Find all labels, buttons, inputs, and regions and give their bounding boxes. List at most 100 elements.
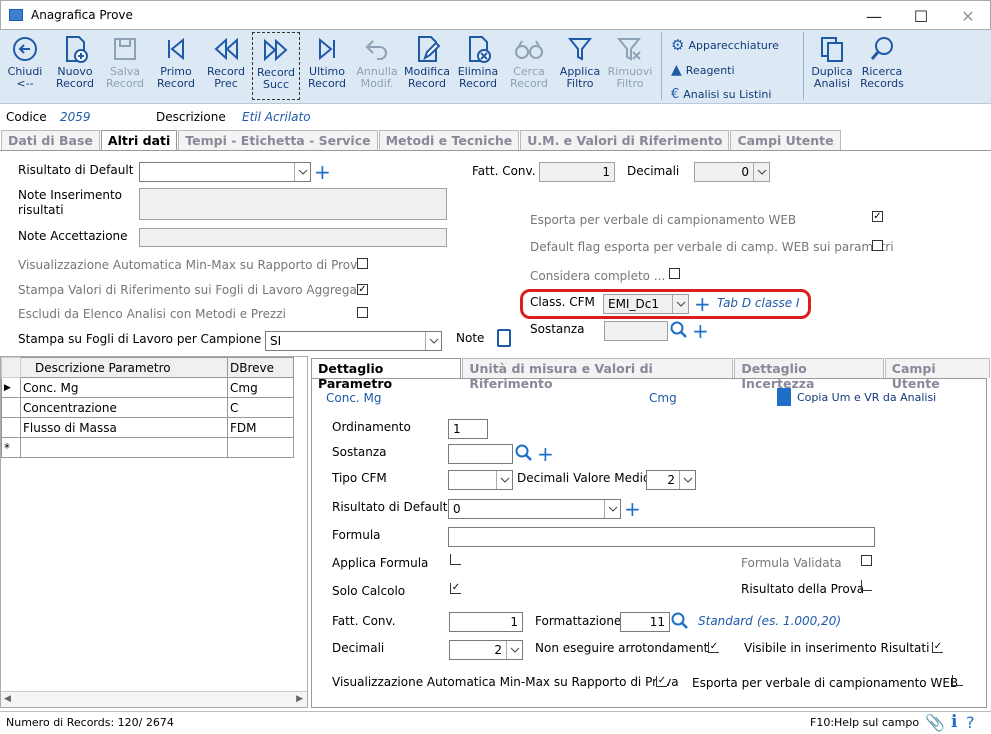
table-row[interactable]: Concentrazione C <box>1 397 294 418</box>
cell-descrizione[interactable] <box>20 437 228 458</box>
edit-record-button[interactable]: Modifica Record <box>403 32 451 100</box>
add-icon[interactable]: + <box>314 162 331 182</box>
applica-formula-checkbox[interactable] <box>450 554 461 565</box>
cell-descrizione[interactable]: Conc. Mg <box>20 377 228 398</box>
solo-calcolo-checkbox[interactable]: ✓ <box>450 583 461 594</box>
search-icon[interactable] <box>515 444 533 465</box>
sostanza-field[interactable] <box>604 321 668 341</box>
table-row[interactable]: Flusso di Massa FDM <box>1 417 294 438</box>
horizontal-scrollbar[interactable]: ◀ ▶ <box>1 691 307 707</box>
sostanza-detail-field[interactable] <box>448 444 513 464</box>
save-record-button[interactable]: Salva Record <box>101 32 149 100</box>
ordinamento-field[interactable]: 1 <box>448 419 488 439</box>
row-selector[interactable]: ▶ <box>1 377 21 398</box>
undo-button[interactable]: Annulla Modif. <box>353 32 401 100</box>
decimali-medio-select[interactable]: 2 <box>646 470 696 490</box>
next-record-button[interactable]: Record Succ <box>252 32 300 100</box>
new-record-button[interactable]: Nuovo Record <box>51 32 99 100</box>
cell-dbreve[interactable]: C <box>227 397 294 418</box>
risultato-prova-checkbox[interactable] <box>861 580 872 591</box>
fatt-conv-detail-field[interactable]: 1 <box>449 612 523 632</box>
row-selector[interactable] <box>1 397 21 418</box>
fatt-conv-field[interactable]: 1 <box>539 162 615 182</box>
apply-filter-button[interactable]: Applica Filtro <box>556 32 604 100</box>
reagents-link[interactable]: ▲ Reagenti <box>671 62 735 78</box>
help-icon[interactable]: ? <box>966 713 975 732</box>
table-row[interactable]: ▶ Conc. Mg Cmg <box>1 377 294 398</box>
formattazione-field[interactable]: 11 <box>620 612 670 632</box>
copy-icon[interactable] <box>777 388 791 406</box>
search-record-button[interactable]: Cerca Record <box>505 32 553 100</box>
minimize-button[interactable]: — <box>851 1 897 31</box>
decimali-select[interactable]: 0 <box>694 162 770 182</box>
cell-dbreve[interactable] <box>227 437 294 458</box>
window-title: Anagrafica Prove <box>31 8 133 22</box>
paperclip-icon[interactable]: 📎 <box>925 713 945 732</box>
tab-dati-di-base[interactable]: Dati di Base <box>1 130 100 150</box>
formula-field[interactable] <box>448 527 875 547</box>
tab-altri-dati[interactable]: Altri dati <box>100 130 178 150</box>
info-icon[interactable]: i <box>951 712 957 732</box>
non-arrotondamenti-checkbox[interactable]: ✓ <box>708 642 719 653</box>
prev-record-button[interactable]: Record Prec <box>202 32 250 100</box>
tipo-cfm-select[interactable] <box>448 470 513 490</box>
add-icon[interactable]: + <box>692 321 709 341</box>
vis-auto-checkbox[interactable] <box>357 258 368 269</box>
esporta-detail-checkbox[interactable] <box>952 675 963 686</box>
cell-dbreve[interactable]: FDM <box>227 417 294 438</box>
copy-um-vr-link[interactable]: Copia Um e VR da Analisi <box>797 391 936 404</box>
cell-descrizione[interactable]: Concentrazione <box>20 397 228 418</box>
scroll-right-icon[interactable]: ▶ <box>296 694 303 704</box>
vis-auto-detail-checkbox[interactable]: ✓ <box>656 676 667 687</box>
close-back-button[interactable]: Chiudi <-- <box>2 32 48 100</box>
stampa-valori-checkbox[interactable]: ✓ <box>357 284 368 295</box>
note-inserimento-field[interactable] <box>139 188 447 220</box>
cell-descrizione[interactable]: Flusso di Massa <box>20 417 228 438</box>
duplicate-analysis-button[interactable]: Duplica Analisi <box>808 32 856 100</box>
delete-record-button[interactable]: Elimina Record <box>454 32 502 100</box>
add-icon[interactable]: + <box>624 499 641 519</box>
risultato-default-select[interactable] <box>139 162 311 182</box>
tab-campi-utente[interactable]: Campi Utente <box>730 130 841 150</box>
note-accettazione-field[interactable] <box>139 228 447 247</box>
stampa-valori-label: Stampa Valori di Riferimento sui Fogli d… <box>18 283 365 297</box>
last-record-button[interactable]: Ultimo Record <box>303 32 351 100</box>
tab-dettaglio-parametro[interactable]: Dettaglio Parametro <box>311 358 462 391</box>
new-row[interactable]: * <box>1 437 294 458</box>
tab-um-valori[interactable]: U.M. e Valori di Riferimento <box>520 130 730 150</box>
visibile-checkbox[interactable]: ✓ <box>932 642 943 653</box>
search-records-button[interactable]: Ricerca Records <box>858 32 906 100</box>
formula-validata-checkbox[interactable] <box>861 555 872 566</box>
price-list-analysis-link[interactable]: € Analisi su Listini <box>671 87 771 102</box>
class-cfm-select[interactable]: EMI_Dc1 <box>603 294 689 314</box>
risultato-default-detail-select[interactable]: 0 <box>448 499 621 519</box>
sostanza-label: Sostanza <box>530 322 585 336</box>
row-selector[interactable] <box>1 417 21 438</box>
default-flag-checkbox[interactable] <box>872 240 883 251</box>
standard-label: Standard <box>698 614 753 628</box>
formula-label: Formula <box>332 528 381 542</box>
add-icon[interactable]: + <box>537 444 554 464</box>
tab-campi-utente-detail[interactable]: Campi Utente <box>884 358 990 391</box>
note-icon[interactable] <box>497 329 511 347</box>
decimali-detail-select[interactable]: 2 <box>449 640 523 660</box>
remove-filter-button[interactable]: Rimuovi Filtro <box>606 32 654 100</box>
close-button[interactable]: ✕ <box>945 1 991 31</box>
esporta-checkbox[interactable]: ✓ <box>872 211 883 222</box>
add-icon[interactable]: + <box>694 294 711 314</box>
stampa-fogli-select[interactable]: SI <box>265 331 442 351</box>
tab-tempi-etichetta[interactable]: Tempi - Etichetta - Service <box>178 130 378 150</box>
search-icon[interactable] <box>671 612 689 633</box>
tab-unita-misura[interactable]: Unità di misura e Valori di Riferimento <box>462 358 734 391</box>
search-icon[interactable] <box>670 321 688 342</box>
equipment-link[interactable]: ⚙ Apparecchiature <box>671 36 779 54</box>
tab-metodi-tecniche[interactable]: Metodi e Tecniche <box>378 130 520 150</box>
considera-checkbox[interactable] <box>669 268 680 279</box>
tab-dettaglio-incertezza[interactable]: Dettaglio Incertezza <box>734 358 884 391</box>
codice-value: 2059 <box>60 110 91 124</box>
first-record-button[interactable]: Primo Record <box>152 32 200 100</box>
escludi-checkbox[interactable] <box>357 307 368 318</box>
maximize-button[interactable]: ☐ <box>898 1 944 31</box>
cell-dbreve[interactable]: Cmg <box>227 377 294 398</box>
scroll-left-icon[interactable]: ◀ <box>4 694 11 704</box>
